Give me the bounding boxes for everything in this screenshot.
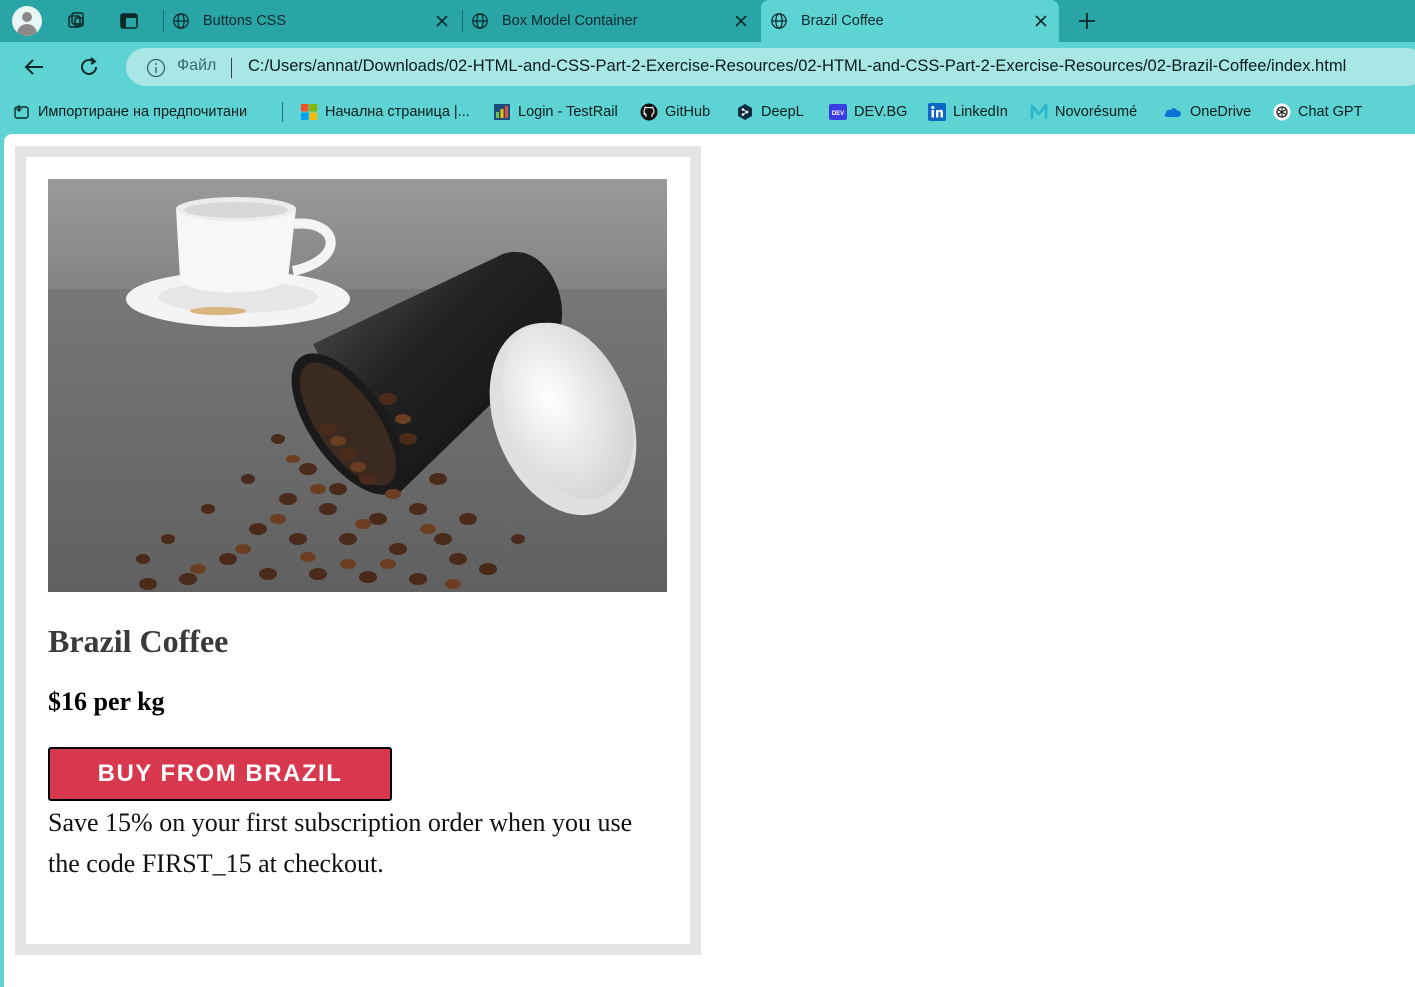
bookmark-label: Импортиране на предпочитани <box>38 104 248 120</box>
bookmark-label: Начална страница |... <box>325 104 470 120</box>
tab-actions-icon[interactable] <box>114 6 144 36</box>
workspaces-icon[interactable] <box>62 6 92 36</box>
close-icon[interactable] <box>733 13 749 29</box>
bookmark-start-page[interactable]: Начална страница |... <box>300 92 470 132</box>
info-icon[interactable] <box>146 58 166 78</box>
product-title: Brazil Coffee <box>48 623 229 659</box>
tab-box-model-container[interactable]: Box Model Container <box>471 0 759 42</box>
back-button[interactable] <box>19 52 49 82</box>
reload-icon <box>81 57 97 75</box>
devbg-icon: DEV <box>829 104 847 120</box>
github-icon <box>640 103 658 121</box>
linkedin-icon <box>928 103 946 121</box>
profile-avatar[interactable] <box>12 6 42 36</box>
bookmark-github[interactable]: GitHub <box>640 92 710 132</box>
svg-text:DEV: DEV <box>832 111 844 117</box>
tab-title: Buttons CSS <box>203 13 287 29</box>
tab-title: Brazil Coffee <box>801 13 884 29</box>
bookmark-chatgpt[interactable]: Chat GPT <box>1273 92 1362 132</box>
tab-title: Box Model Container <box>502 13 638 29</box>
url-text[interactable]: C:/Users/annat/Downloads/02-HTML-and-CSS… <box>248 57 1346 76</box>
file-scheme-label: Файл <box>177 57 217 74</box>
globe-icon <box>173 13 189 29</box>
address-toolbar: Файл C:/Users/annat/Downloads/02-HTML-an… <box>0 42 1415 92</box>
chatgpt-icon <box>1273 103 1291 121</box>
page-viewport: Brazil Coffee $16 per kg BUY FROM BRAZIL… <box>4 134 1415 987</box>
bookmarks-bar: Импортиране на предпочитани Начална стра… <box>0 92 1415 132</box>
close-icon[interactable] <box>434 13 450 29</box>
bookmark-label: OneDrive <box>1190 104 1252 120</box>
product-card: Brazil Coffee $16 per kg BUY FROM BRAZIL… <box>15 146 701 955</box>
bookmark-novoresume[interactable]: Novorésumé <box>1030 92 1137 132</box>
bookmark-testrail[interactable]: Login - TestRail <box>493 92 618 132</box>
bookmark-label: Login - TestRail <box>518 104 618 120</box>
tab-buttons-css[interactable]: Buttons CSS <box>172 0 460 42</box>
promo-text: Save 15% on your first subscription orde… <box>48 808 633 878</box>
testrail-icon <box>494 104 510 120</box>
plus-icon <box>1079 13 1095 29</box>
tab-brazil-coffee[interactable]: Brazil Coffee <box>761 0 1059 42</box>
globe-icon <box>472 13 488 29</box>
bookmark-onedrive[interactable]: OneDrive <box>1163 92 1251 132</box>
globe-icon <box>771 13 787 29</box>
new-tab-button[interactable] <box>1072 6 1102 36</box>
bookmark-label: GitHub <box>665 104 711 120</box>
bookmark-devbg[interactable]: DEV DEV.BG <box>829 92 907 132</box>
onedrive-icon <box>1164 108 1181 117</box>
bookmark-deepl[interactable]: DeepL <box>736 92 804 132</box>
import-favorites-icon <box>14 105 29 119</box>
bookmark-label: Chat GPT <box>1298 104 1363 120</box>
bookmark-label: DeepL <box>761 104 804 120</box>
address-bar[interactable]: Файл C:/Users/annat/Downloads/02-HTML-an… <box>126 48 1415 86</box>
reload-button[interactable] <box>74 52 104 82</box>
deepl-icon <box>738 104 752 120</box>
bookmark-label: Novorésumé <box>1055 104 1138 120</box>
product-image <box>48 179 667 592</box>
novoresume-icon <box>1030 103 1048 119</box>
bookmark-import-favorites[interactable]: Импортиране на предпочитани <box>13 92 247 132</box>
buy-button[interactable]: BUY FROM BRAZIL <box>48 747 392 801</box>
back-arrow-icon <box>24 59 43 75</box>
product-price: $16 per kg <box>48 687 165 716</box>
windows-logo-icon <box>301 104 317 120</box>
bookmark-label: DEV.BG <box>854 104 908 120</box>
tab-strip: Buttons CSS Box Model Container Brazil C… <box>0 0 1415 42</box>
close-icon[interactable] <box>1033 13 1049 29</box>
bookmark-label: LinkedIn <box>953 104 1008 120</box>
bookmark-linkedin[interactable]: LinkedIn <box>928 92 1008 132</box>
